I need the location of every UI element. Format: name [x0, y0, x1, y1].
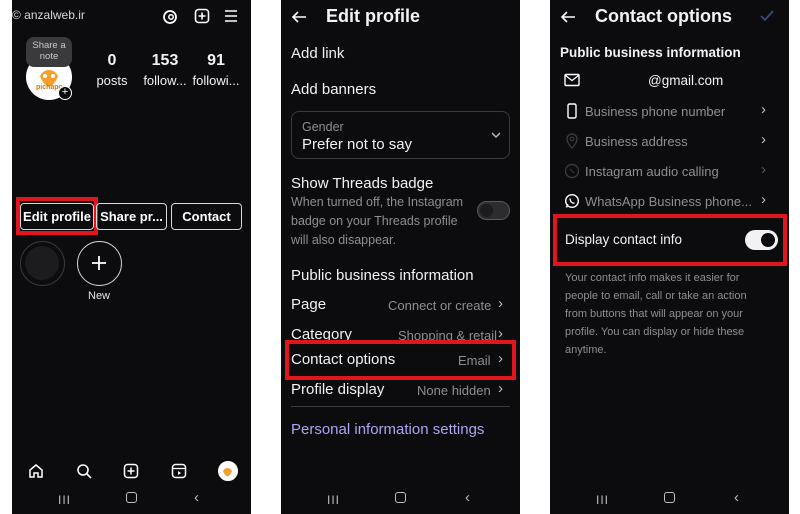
stat-followers[interactable]: 153 follow...	[142, 52, 188, 88]
row-value: Connect or create	[388, 298, 492, 313]
contact-description: anytime.	[565, 344, 607, 356]
stat-value: 91	[207, 52, 225, 69]
watermark: © anzalweb.ir	[12, 8, 85, 22]
display-contact-toggle[interactable]	[745, 230, 778, 250]
whatsapp-row[interactable]: WhatsApp Business phone... ›	[550, 190, 789, 214]
gender-value: Prefer not to say	[302, 136, 413, 153]
row-label: Instagram audio calling	[585, 164, 719, 179]
home-nav-icon[interactable]	[664, 492, 675, 503]
stat-posts[interactable]: 0 posts	[92, 52, 132, 88]
profile-tab-avatar[interactable]	[218, 461, 238, 481]
contact-button[interactable]: Contact	[171, 203, 242, 230]
search-icon[interactable]	[76, 463, 92, 479]
tab-bar	[12, 458, 251, 486]
row-label: Profile display	[291, 381, 385, 398]
page-title: Contact options	[595, 6, 732, 26]
stat-value: 153	[151, 52, 179, 69]
threads-badge-title: Show Threads badge	[291, 175, 434, 192]
highlight-box	[285, 340, 516, 380]
note-label: Share a note	[32, 40, 66, 62]
threads-icon[interactable]	[162, 9, 178, 25]
audio-calling-row[interactable]: Instagram audio calling ›	[550, 160, 789, 184]
gender-label: Gender	[302, 120, 344, 134]
stat-label: followi...	[192, 73, 240, 88]
recent-apps-icon[interactable]: III	[58, 493, 71, 507]
back-arrow-icon[interactable]	[560, 9, 576, 25]
threads-badge-toggle[interactable]	[477, 201, 510, 220]
home-nav-icon[interactable]	[126, 492, 137, 503]
row-value: None hidden	[417, 383, 491, 398]
add-banners-row[interactable]: Add banners	[291, 81, 376, 98]
note-bubble[interactable]: Share a note	[26, 37, 72, 67]
chevron-right-icon: ›	[761, 131, 766, 148]
new-label: New	[88, 290, 111, 302]
threads-badge-desc: badge on your Threads profile	[291, 214, 458, 228]
stat-following[interactable]: 91 followi...	[192, 52, 240, 88]
gender-field[interactable]: Gender Prefer not to say	[291, 111, 510, 159]
create-post-icon[interactable]	[123, 463, 139, 479]
section-title: Public business information	[560, 45, 741, 60]
display-contact-row[interactable]: Display contact info	[550, 225, 789, 255]
contact-description: from buttons that will appear on your	[565, 308, 743, 320]
system-nav-bar: III ‹	[281, 484, 520, 514]
reels-icon[interactable]	[171, 463, 187, 479]
location-pin-icon	[564, 133, 580, 149]
home-icon[interactable]	[28, 463, 44, 479]
checkmark-icon[interactable]	[760, 10, 774, 22]
call-icon	[564, 163, 580, 179]
stat-label: follow...	[143, 73, 187, 88]
share-profile-button[interactable]: Share pr...	[96, 203, 167, 230]
chevron-right-icon: ›	[761, 191, 766, 208]
threads-badge-desc: will also disappear.	[291, 233, 396, 247]
new-highlight-button[interactable]	[77, 241, 122, 286]
business-phone-row[interactable]: Business phone number ›	[550, 100, 789, 124]
row-label: Business phone number	[585, 104, 726, 119]
home-nav-icon[interactable]	[395, 492, 406, 503]
back-nav-icon[interactable]: ‹	[194, 489, 199, 506]
chevron-down-icon	[491, 131, 501, 139]
create-icon[interactable]	[194, 8, 210, 24]
row-label: Page	[291, 296, 327, 313]
contact-description: people to email, call or take an action	[565, 290, 747, 302]
chevron-right-icon: ›	[761, 161, 766, 178]
business-address-row[interactable]: Business address ›	[550, 130, 789, 154]
email-row[interactable]: @gmail.com	[550, 69, 789, 93]
threads-badge-desc: When turned off, the Instagram	[291, 195, 464, 209]
page-title: Edit profile	[326, 6, 420, 26]
row-label: WhatsApp Business phone...	[585, 194, 752, 209]
add-link-row[interactable]: Add link	[291, 45, 344, 62]
highlight-box	[16, 197, 98, 235]
system-nav-bar: III ‹	[12, 484, 251, 514]
back-nav-icon[interactable]: ‹	[734, 489, 739, 506]
back-arrow-icon[interactable]	[291, 9, 307, 25]
chevron-right-icon: ›	[761, 101, 766, 118]
chevron-right-icon: ›	[498, 380, 503, 397]
section-title: Public business information	[291, 267, 474, 284]
toggle-label: Display contact info	[565, 232, 683, 247]
email-value: @gmail.com	[648, 73, 724, 88]
contact-options-screen: Contact options Public business informat…	[550, 0, 789, 514]
personal-info-link[interactable]: Personal information settings	[291, 421, 484, 438]
contact-description: Your contact info makes it easier for	[565, 272, 740, 284]
profile-display-row[interactable]: Profile display None hidden ›	[281, 377, 520, 403]
stat-value: 0	[107, 52, 117, 69]
chevron-right-icon: ›	[498, 295, 503, 312]
add-story-icon[interactable]: +	[58, 86, 72, 100]
recent-apps-icon[interactable]: III	[327, 493, 340, 507]
envelope-icon	[564, 73, 580, 89]
whatsapp-icon	[564, 193, 580, 209]
phone-icon	[564, 103, 580, 119]
row-label: Business address	[585, 134, 688, 149]
edit-profile-screen: Edit profile Add link Add banners Gender…	[281, 0, 520, 514]
profile-screen: © anzalweb.ir pichapo + Share a note 0 p…	[12, 0, 251, 514]
back-nav-icon[interactable]: ‹	[465, 489, 470, 506]
contact-description: profile. You can display or hide these	[565, 326, 745, 338]
stat-label: posts	[96, 73, 128, 88]
divider	[291, 406, 510, 407]
recent-apps-icon[interactable]: III	[596, 493, 609, 507]
system-nav-bar: III ‹	[550, 484, 789, 514]
page-row[interactable]: Page Connect or create ›	[281, 293, 520, 319]
menu-icon[interactable]	[224, 9, 238, 23]
highlight-circle[interactable]	[20, 241, 65, 286]
